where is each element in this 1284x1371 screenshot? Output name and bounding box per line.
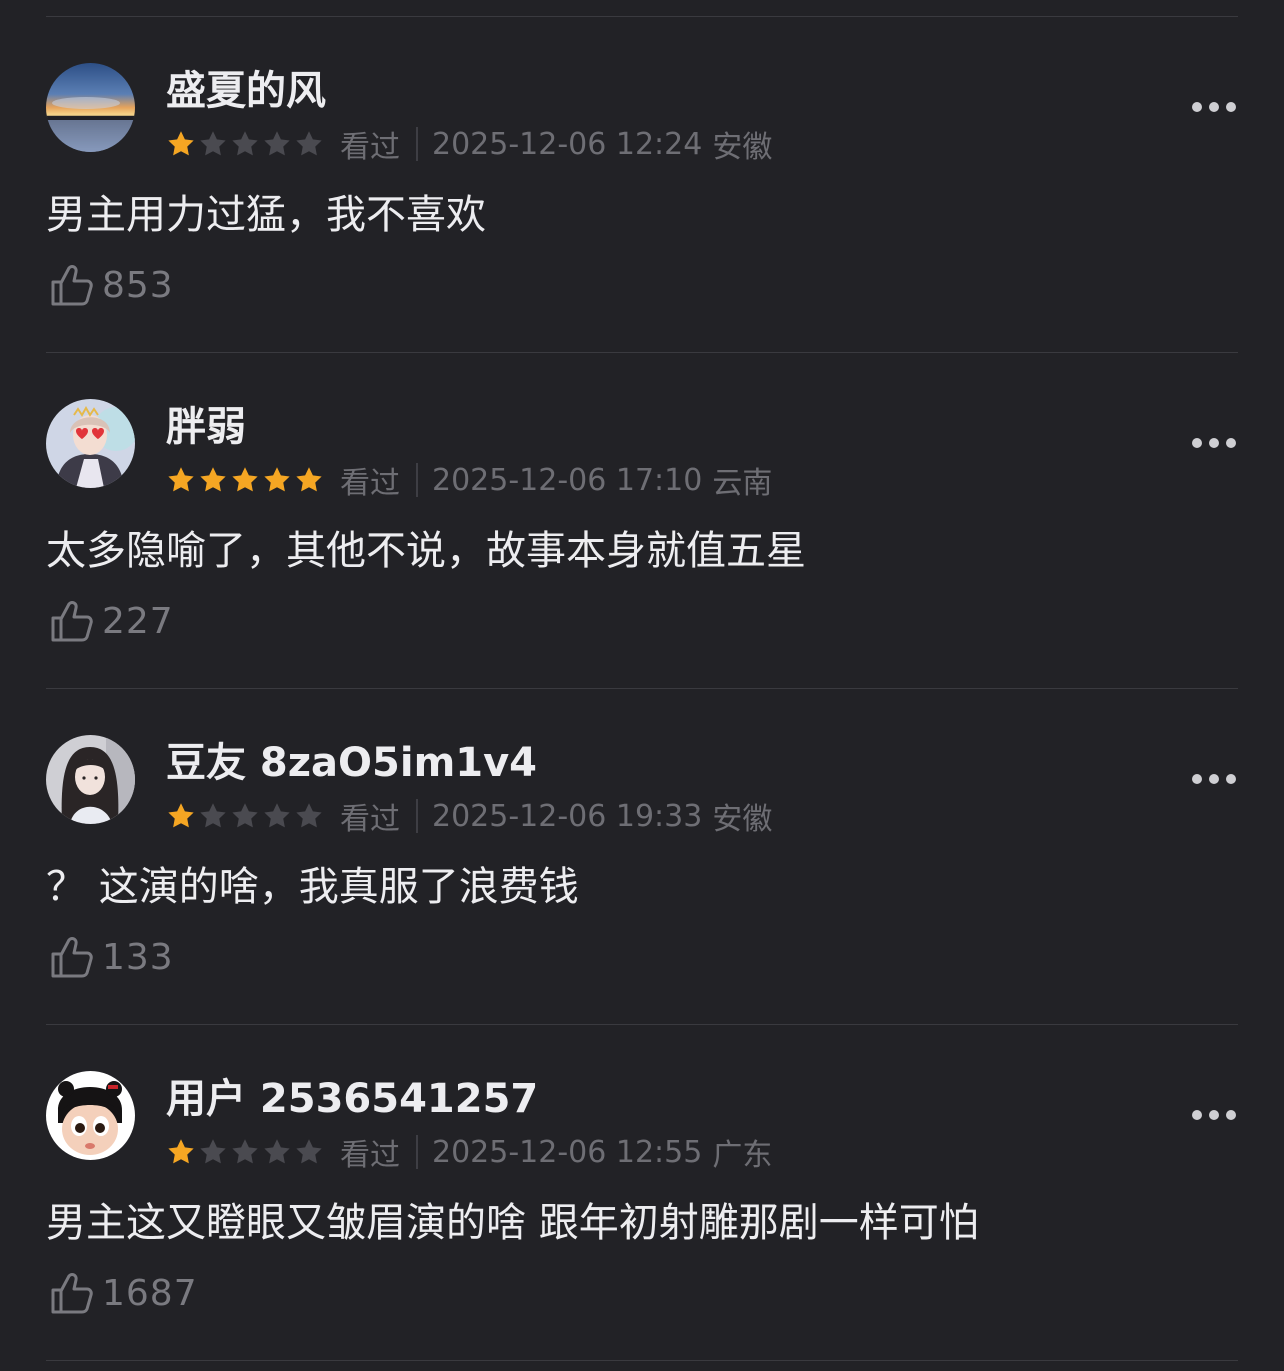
- review-content: 男主用力过猛，我不喜欢: [46, 192, 486, 238]
- meta-separator: [416, 1135, 418, 1169]
- avatar[interactable]: [46, 1071, 135, 1160]
- like-count: 227: [102, 600, 174, 642]
- divider: [46, 1360, 1238, 1361]
- star-empty-icon: [264, 131, 290, 156]
- watch-status: 看过: [340, 802, 400, 837]
- like-button[interactable]: 227: [48, 597, 174, 645]
- username[interactable]: 盛夏的风: [166, 65, 326, 117]
- meta-separator: [416, 799, 418, 833]
- review-meta: 看过 2025-12-06 12:55 广东: [166, 1132, 773, 1173]
- star-filled-icon: [168, 467, 194, 492]
- review-datetime: 2025-12-06 19:33: [432, 798, 703, 834]
- avatar[interactable]: [46, 63, 135, 152]
- more-options-icon[interactable]: [1192, 97, 1236, 117]
- star-empty-icon: [200, 803, 226, 828]
- more-options-icon[interactable]: [1192, 769, 1236, 789]
- like-button[interactable]: 133: [48, 933, 174, 981]
- thumbs-up-icon: [51, 937, 93, 978]
- avatar[interactable]: [46, 399, 135, 488]
- review-item: 豆友 8zaO5im1v4 看过 2025-12-06 19:33 安徽 ？ 这…: [46, 689, 1238, 1024]
- username[interactable]: 胖弱: [166, 401, 246, 453]
- star-empty-icon: [200, 131, 226, 156]
- review-content: ？ 这演的啥，我真服了浪费钱: [46, 864, 579, 910]
- star-filled-icon: [200, 467, 226, 492]
- star-empty-icon: [232, 131, 258, 156]
- review-location: 广东: [712, 1138, 773, 1173]
- star-empty-icon: [296, 131, 322, 156]
- like-count: 1687: [102, 1272, 198, 1314]
- username[interactable]: 豆友 8zaO5im1v4: [166, 737, 537, 789]
- star-filled-icon: [264, 467, 290, 492]
- watch-status: 看过: [340, 466, 400, 501]
- like-button[interactable]: 853: [48, 261, 174, 309]
- rating-stars: [166, 801, 324, 831]
- star-empty-icon: [264, 803, 290, 828]
- star-filled-icon: [232, 467, 258, 492]
- like-button[interactable]: 1687: [48, 1269, 198, 1317]
- girl-portrait-avatar-icon: [46, 735, 135, 824]
- review-location: 云南: [712, 466, 773, 501]
- review-meta: 看过 2025-12-06 17:10 云南: [166, 460, 773, 501]
- star-empty-icon: [296, 1139, 322, 1164]
- star-empty-icon: [264, 1139, 290, 1164]
- thumbs-up-icon: [51, 601, 93, 642]
- rating-stars: [166, 129, 324, 159]
- star-empty-icon: [296, 803, 322, 828]
- review-location: 安徽: [712, 802, 773, 837]
- watch-status: 看过: [340, 1138, 400, 1173]
- star-empty-icon: [232, 803, 258, 828]
- more-options-icon[interactable]: [1192, 1105, 1236, 1125]
- more-options-icon[interactable]: [1192, 433, 1236, 453]
- review-datetime: 2025-12-06 17:10: [432, 462, 703, 498]
- review-meta: 看过 2025-12-06 19:33 安徽: [166, 796, 773, 837]
- review-content: 男主这又瞪眼又皱眉演的啥 跟年初射雕那剧一样可怕: [46, 1200, 979, 1246]
- avatar[interactable]: [46, 735, 135, 824]
- review-datetime: 2025-12-06 12:24: [432, 126, 703, 162]
- star-filled-icon: [168, 803, 194, 828]
- star-filled-icon: [168, 131, 194, 156]
- thumbs-up-icon: [51, 1273, 93, 1314]
- rating-stars: [166, 465, 324, 495]
- meta-separator: [416, 127, 418, 161]
- review-content: 太多隐喻了，其他不说，故事本身就值五星: [46, 528, 806, 574]
- review-meta: 看过 2025-12-06 12:24 安徽: [166, 124, 773, 165]
- star-empty-icon: [232, 1139, 258, 1164]
- review-datetime: 2025-12-06 12:55: [432, 1134, 703, 1170]
- thumbs-up-icon: [51, 265, 93, 306]
- review-list: 盛夏的风 看过 2025-12-06 12:24 安徽 男主用力过猛，我不喜欢 …: [46, 16, 1238, 1361]
- review-item: 胖弱 看过 2025-12-06 17:10 云南 太多隐喻了，其他不说，故事本…: [46, 353, 1238, 688]
- star-empty-icon: [200, 1139, 226, 1164]
- watch-status: 看过: [340, 130, 400, 165]
- star-filled-icon: [296, 467, 322, 492]
- review-item: 盛夏的风 看过 2025-12-06 12:24 安徽 男主用力过猛，我不喜欢 …: [46, 17, 1238, 352]
- star-filled-icon: [168, 1139, 194, 1164]
- like-count: 853: [102, 264, 174, 306]
- cartoon-character-avatar-icon: [46, 1071, 135, 1160]
- meta-separator: [416, 463, 418, 497]
- sunset-landscape-avatar-icon: [46, 63, 135, 152]
- review-item: 用户 2536541257 看过 2025-12-06 12:55 广东 男主这…: [46, 1025, 1238, 1360]
- review-location: 安徽: [712, 130, 773, 165]
- rating-stars: [166, 1137, 324, 1167]
- girl-with-heart-glasses-avatar-icon: [46, 399, 135, 488]
- like-count: 133: [102, 936, 174, 978]
- username[interactable]: 用户 2536541257: [166, 1073, 538, 1125]
